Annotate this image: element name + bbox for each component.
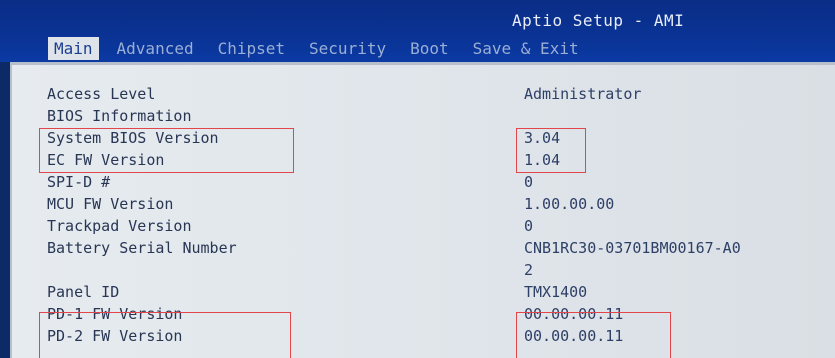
row-value: 00.00.00.11 xyxy=(524,305,624,323)
row-label: Trackpad Version xyxy=(47,217,192,235)
row-value: 0 xyxy=(524,173,534,191)
row-spi-d: SPI-D # 0 xyxy=(47,171,835,193)
app-title: Aptio Setup - AMI xyxy=(512,11,685,30)
row-pd-2-fw-version: PD-2 FW Version 00.00.00.11 xyxy=(47,325,835,347)
header-bar: Aptio Setup - AMI Main Advanced Chipset … xyxy=(0,0,835,62)
tab-boot[interactable]: Boot xyxy=(404,37,455,60)
row-panel-id: Panel ID TMX1400 xyxy=(47,281,835,303)
row-access-level: Access Level Administrator xyxy=(47,83,835,105)
row-label: PD-1 FW Version xyxy=(47,305,183,323)
row-value: 0 xyxy=(524,217,534,235)
bios-setup-screen: Aptio Setup - AMI Main Advanced Chipset … xyxy=(0,0,835,358)
row-ec-fw-version: EC FW Version 1.04 xyxy=(47,149,835,171)
tab-security[interactable]: Security xyxy=(303,37,392,60)
row-mcu-fw-version: MCU FW Version 1.00.00.00 xyxy=(47,193,835,215)
row-value: 3.04 xyxy=(524,129,561,147)
row-value: CNB1RC30-03701BM00167-A0 xyxy=(524,239,741,257)
row-label: Battery Serial Number xyxy=(47,239,237,257)
row-battery-serial-number: Battery Serial Number CNB1RC30-03701BM00… xyxy=(47,237,835,259)
row-value: 1.04 xyxy=(524,151,561,169)
tab-main[interactable]: Main xyxy=(48,36,99,60)
row-pd-1-fw-version: PD-1 FW Version 00.00.00.11 xyxy=(47,303,835,325)
row-battery-serial-continuation: 2 xyxy=(47,259,835,281)
row-system-bios-version: System BIOS Version 3.04 xyxy=(47,127,835,149)
row-label: Panel ID xyxy=(47,283,120,301)
row-label: SPI-D # xyxy=(47,173,111,191)
main-panel: Access Level Administrator BIOS Informat… xyxy=(10,62,835,358)
tab-chipset[interactable]: Chipset xyxy=(212,37,291,60)
row-label: EC FW Version xyxy=(47,151,165,169)
row-label: MCU FW Version xyxy=(47,195,174,213)
row-value: 00.00.00.11 xyxy=(524,327,624,345)
row-label: System BIOS Version xyxy=(47,129,219,147)
tab-advanced[interactable]: Advanced xyxy=(111,37,200,60)
row-label: BIOS Information xyxy=(47,107,192,125)
info-list: Access Level Administrator BIOS Informat… xyxy=(47,83,835,347)
row-value: 2 xyxy=(524,261,534,279)
row-bios-information: BIOS Information xyxy=(47,105,835,127)
row-label: Access Level xyxy=(47,85,156,103)
row-value: TMX1400 xyxy=(524,283,588,301)
row-label: PD-2 FW Version xyxy=(47,327,183,345)
row-trackpad-version: Trackpad Version 0 xyxy=(47,215,835,237)
row-value: Administrator xyxy=(524,85,642,103)
tab-bar: Main Advanced Chipset Security Boot Save… xyxy=(48,36,597,60)
row-value: 1.00.00.00 xyxy=(524,195,615,213)
tab-save-exit[interactable]: Save & Exit xyxy=(467,37,585,60)
